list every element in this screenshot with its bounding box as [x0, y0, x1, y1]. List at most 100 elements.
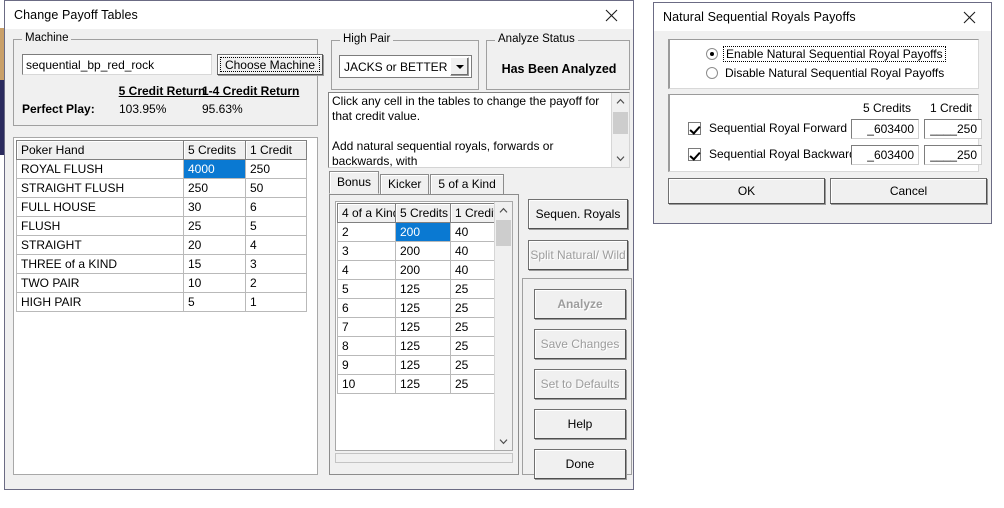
sequential-royal-backwards-five-credits-input[interactable]: _603400	[851, 145, 919, 165]
bonus-cell-one[interactable]: 25	[450, 298, 498, 318]
payoff-table-grid[interactable]: Poker Hand 5 Credits 1 Credit ROYAL FLUS…	[13, 137, 318, 475]
dialog-close-button[interactable]	[947, 3, 991, 31]
payoff-cell-hand[interactable]: TWO PAIR	[16, 273, 184, 293]
analyze-button[interactable]: Analyze	[534, 289, 626, 319]
machine-name-input[interactable]: sequential_bp_red_rock	[22, 54, 212, 75]
table-row[interactable]: HIGH PAIR 5 1	[16, 292, 307, 312]
choose-machine-button[interactable]: Choose Machine	[217, 54, 323, 75]
table-row[interactable]: 6 125 25	[337, 298, 498, 318]
payoff-cell-five[interactable]: 250	[183, 178, 246, 198]
bonus-cell-one[interactable]: 40	[450, 260, 498, 280]
checkbox-sequential-royal-backwards[interactable]: Sequential Royal Backwards	[688, 147, 862, 161]
help-button[interactable]: Help	[534, 409, 626, 439]
bonus-cell-kind[interactable]: 5	[337, 279, 396, 299]
table-row[interactable]: STRAIGHT 20 4	[16, 235, 307, 255]
payoff-cell-hand[interactable]: FULL HOUSE	[16, 197, 184, 217]
payoff-header-five-credits[interactable]: 5 Credits	[183, 140, 246, 160]
table-row[interactable]: THREE of a KIND 15 3	[16, 254, 307, 274]
bonus-cell-five[interactable]: 125	[395, 298, 451, 318]
payoff-header-hand[interactable]: Poker Hand	[16, 140, 184, 160]
bonus-cell-kind[interactable]: 8	[337, 336, 396, 356]
split-natural-wild-button[interactable]: Split Natural/ Wild	[528, 240, 628, 270]
bonus-cell-one[interactable]: 40	[450, 222, 498, 242]
bonus-cell-five[interactable]: 125	[395, 279, 451, 299]
bonus-cell-five[interactable]: 200	[395, 241, 451, 261]
table-row[interactable]: 10 125 25	[337, 374, 498, 394]
set-to-defaults-button[interactable]: Set to Defaults	[534, 369, 626, 399]
bonus-cell-one[interactable]: 25	[450, 336, 498, 356]
ok-button[interactable]: OK	[668, 178, 825, 204]
bonus-header-five-credits[interactable]: 5 Credits	[395, 203, 451, 223]
bonus-cell-five[interactable]: 125	[395, 374, 451, 394]
sequential-royal-forward-one-credit-input[interactable]: ____250	[924, 119, 982, 139]
instructions-vertical-scrollbar[interactable]	[611, 93, 629, 167]
bonus-cell-five[interactable]: 200	[395, 222, 451, 242]
sequential-royal-backwards-one-credit-input[interactable]: ____250	[924, 145, 982, 165]
table-row[interactable]: FULL HOUSE 30 6	[16, 197, 307, 217]
bonus-cell-one[interactable]: 40	[450, 241, 498, 261]
scroll-down-icon[interactable]	[612, 150, 629, 167]
bonus-cell-one[interactable]: 25	[450, 317, 498, 337]
table-row[interactable]: FLUSH 25 5	[16, 216, 307, 236]
bonus-vertical-scrollbar[interactable]	[494, 202, 512, 450]
payoff-cell-hand[interactable]: STRAIGHT FLUSH	[16, 178, 184, 198]
table-row[interactable]: 3 200 40	[337, 241, 498, 261]
payoff-cell-five[interactable]: 25	[183, 216, 246, 236]
bonus-cell-kind[interactable]: 7	[337, 317, 396, 337]
main-close-button[interactable]	[589, 1, 633, 29]
payoff-cell-one[interactable]: 4	[245, 235, 307, 255]
bonus-scroll-thumb[interactable]	[496, 220, 511, 246]
payoff-cell-five[interactable]: 5	[183, 292, 246, 312]
sequential-royals-button[interactable]: Sequen. Royals	[528, 199, 628, 229]
bonus-cell-five[interactable]: 125	[395, 317, 451, 337]
radio-disable-royal-payoffs[interactable]: Disable Natural Sequential Royal Payoffs	[706, 66, 944, 80]
table-row[interactable]: 4 200 40	[337, 260, 498, 280]
high-pair-combo[interactable]: JACKS or BETTER	[339, 55, 472, 78]
instructions-textbox[interactable]: Click any cell in the tables to change t…	[328, 92, 630, 168]
bonus-cell-kind[interactable]: 6	[337, 298, 396, 318]
table-row[interactable]: 9 125 25	[337, 355, 498, 375]
payoff-cell-five[interactable]: 4000	[183, 159, 246, 179]
payoff-cell-five[interactable]: 10	[183, 273, 246, 293]
bonus-cell-kind[interactable]: 10	[337, 374, 396, 394]
bonus-cell-five[interactable]: 125	[395, 355, 451, 375]
tab-kicker[interactable]: Kicker	[380, 174, 430, 194]
tab-5-of-a-kind[interactable]: 5 of a Kind	[430, 174, 504, 194]
chevron-down-icon[interactable]	[450, 57, 469, 76]
bonus-cell-one[interactable]: 25	[450, 374, 498, 394]
payoff-header-one-credit[interactable]: 1 Credit	[245, 140, 307, 160]
done-button[interactable]: Done	[534, 449, 626, 479]
scroll-down-icon[interactable]	[495, 433, 512, 450]
payoff-cell-five[interactable]: 20	[183, 235, 246, 255]
radio-enable-royal-payoffs[interactable]: Enable Natural Sequential Royal Payoffs	[706, 46, 946, 62]
payoff-cell-hand[interactable]: FLUSH	[16, 216, 184, 236]
table-row[interactable]: 8 125 25	[337, 336, 498, 356]
save-changes-button[interactable]: Save Changes	[534, 329, 626, 359]
cancel-button[interactable]: Cancel	[830, 178, 987, 204]
bonus-cell-one[interactable]: 25	[450, 279, 498, 299]
scroll-up-icon[interactable]	[495, 202, 512, 219]
payoff-cell-five[interactable]: 15	[183, 254, 246, 274]
bonus-cell-kind[interactable]: 9	[337, 355, 396, 375]
bonus-horizontal-scrollbar[interactable]	[335, 453, 513, 463]
bonus-cell-kind[interactable]: 3	[337, 241, 396, 261]
payoff-cell-hand[interactable]: HIGH PAIR	[16, 292, 184, 312]
checkbox-sequential-royal-forward[interactable]: Sequential Royal Forward	[688, 121, 847, 135]
bonus-cell-kind[interactable]: 2	[337, 222, 396, 242]
bonus-cell-five[interactable]: 200	[395, 260, 451, 280]
bonus-cell-kind[interactable]: 4	[337, 260, 396, 280]
payoff-cell-hand[interactable]: STRAIGHT	[16, 235, 184, 255]
payoff-cell-hand[interactable]: ROYAL FLUSH	[16, 159, 184, 179]
payoff-cell-one[interactable]: 1	[245, 292, 307, 312]
table-row[interactable]: 2 200 40	[337, 222, 498, 242]
payoff-cell-one[interactable]: 6	[245, 197, 307, 217]
scroll-up-icon[interactable]	[612, 93, 629, 110]
tab-bonus[interactable]: Bonus	[329, 171, 380, 194]
table-row[interactable]: 7 125 25	[337, 317, 498, 337]
payoff-cell-five[interactable]: 30	[183, 197, 246, 217]
payoff-cell-one[interactable]: 250	[245, 159, 307, 179]
bonus-header-kind[interactable]: 4 of a Kind	[337, 203, 396, 223]
table-row[interactable]: 5 125 25	[337, 279, 498, 299]
bonus-cell-one[interactable]: 25	[450, 355, 498, 375]
table-row[interactable]: STRAIGHT FLUSH 250 50	[16, 178, 307, 198]
